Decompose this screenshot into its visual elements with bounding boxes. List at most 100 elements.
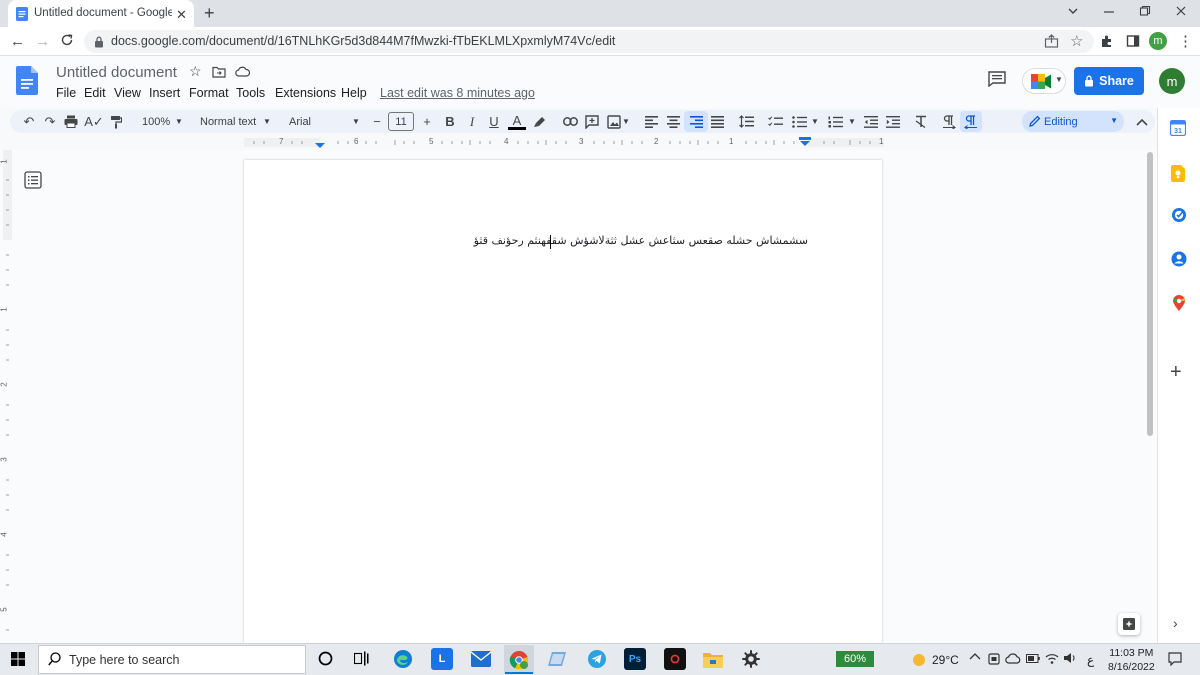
edge-app-icon[interactable]	[392, 648, 414, 670]
bookmark-star-icon[interactable]: ☆	[1070, 32, 1083, 50]
font-size-input[interactable]: 11	[388, 112, 414, 131]
highlight-color-icon[interactable]	[531, 113, 549, 130]
align-right-icon[interactable]	[684, 111, 708, 132]
mail-app-icon[interactable]	[470, 648, 492, 670]
menu-file[interactable]: File	[56, 86, 76, 100]
move-folder-icon[interactable]	[212, 66, 226, 78]
print-icon[interactable]	[62, 113, 80, 130]
battery-percentage[interactable]: 60%	[836, 651, 874, 667]
extensions-icon[interactable]	[1100, 34, 1114, 48]
explore-button[interactable]	[1118, 613, 1140, 635]
menu-tools[interactable]: Tools	[236, 86, 265, 100]
insert-link-icon[interactable]	[561, 113, 579, 130]
task-view-icon[interactable]	[354, 651, 371, 666]
ltr-text-icon[interactable]	[940, 113, 958, 130]
document-outline-icon[interactable]	[24, 171, 42, 189]
paint-format-icon[interactable]	[107, 113, 125, 130]
clear-formatting-icon[interactable]	[912, 113, 930, 130]
media-app-icon[interactable]	[664, 648, 686, 670]
volume-icon[interactable]	[1063, 652, 1077, 664]
document-page[interactable]	[244, 160, 882, 643]
bold-button[interactable]: B	[441, 113, 459, 130]
system-tray-app-icon[interactable]	[988, 652, 1000, 666]
weather-icon[interactable]	[910, 652, 928, 668]
lock-icon[interactable]	[94, 36, 104, 48]
contacts-icon[interactable]	[1171, 251, 1187, 267]
chrome-menu-icon[interactable]: ⋮	[1178, 32, 1193, 50]
menu-view[interactable]: View	[114, 86, 141, 100]
photos-app-icon[interactable]	[546, 648, 568, 670]
share-page-icon[interactable]	[1044, 34, 1059, 48]
settings-gear-icon[interactable]	[742, 650, 760, 668]
zoom-select[interactable]: 100%	[142, 116, 170, 128]
paragraph-style-select[interactable]: Normal text	[200, 116, 256, 128]
get-add-ons-icon[interactable]: +	[1170, 361, 1182, 384]
scrollbar-thumb[interactable]	[1147, 152, 1153, 436]
close-window-icon[interactable]	[1174, 4, 1194, 22]
menu-help[interactable]: Help	[341, 86, 367, 100]
input-language[interactable]: ع	[1087, 653, 1094, 667]
add-comment-icon[interactable]	[583, 113, 601, 130]
battery-icon[interactable]	[1026, 654, 1040, 663]
file-explorer-icon[interactable]	[702, 648, 724, 670]
document-text[interactable]: سشمشاش حشله صقعس سثاعش عشل ثثةلاشؤش شقفه…	[474, 234, 808, 247]
tasks-icon[interactable]	[1171, 207, 1187, 223]
windows-start-icon[interactable]	[11, 652, 25, 666]
editing-mode-select[interactable]: Editing ▼	[1022, 111, 1124, 132]
image-dropdown-icon[interactable]: ▼	[622, 117, 630, 126]
undo-icon[interactable]: ↶	[20, 113, 38, 130]
forward-icon[interactable]: →	[35, 33, 50, 50]
menu-insert[interactable]: Insert	[149, 86, 180, 100]
align-center-icon[interactable]	[664, 113, 682, 130]
font-select[interactable]: Arial	[289, 116, 311, 128]
cloud-status-icon[interactable]	[235, 66, 250, 77]
chrome-profile-avatar[interactable]: m	[1149, 32, 1167, 50]
show-side-panel-icon[interactable]: ›	[1173, 615, 1178, 631]
telegram-app-icon[interactable]	[586, 648, 608, 670]
menu-edit[interactable]: Edit	[84, 86, 106, 100]
increase-indent-icon[interactable]	[884, 113, 902, 130]
maps-icon[interactable]	[1173, 295, 1185, 311]
share-button[interactable]: Share	[1074, 67, 1144, 95]
decrease-font-size-icon[interactable]: −	[368, 113, 386, 130]
vertical-ruler[interactable]	[0, 150, 12, 643]
wifi-icon[interactable]	[1045, 652, 1059, 664]
side-panel-icon[interactable]	[1126, 34, 1140, 48]
numbered-list-icon[interactable]	[826, 113, 844, 130]
spellcheck-icon[interactable]: A✓	[84, 113, 104, 130]
redo-icon[interactable]: ↷	[41, 113, 59, 130]
last-edit-link[interactable]: Last edit was 8 minutes ago	[380, 86, 535, 100]
cortana-icon[interactable]	[318, 651, 333, 666]
align-left-icon[interactable]	[642, 113, 660, 130]
checklist-icon[interactable]	[766, 113, 784, 130]
minimize-icon[interactable]	[1102, 4, 1122, 22]
font-dropdown-icon[interactable]: ▼	[352, 117, 360, 126]
notifications-icon[interactable]	[1168, 652, 1182, 666]
new-tab-icon[interactable]: +	[204, 3, 215, 24]
menu-format[interactable]: Format	[189, 86, 229, 100]
bulleted-list-icon[interactable]	[790, 113, 808, 130]
menu-extensions[interactable]: Extensions	[275, 86, 336, 100]
document-title[interactable]: Untitled document	[56, 64, 177, 81]
horizontal-ruler[interactable]	[244, 136, 884, 149]
star-icon[interactable]: ☆	[189, 63, 202, 80]
docs-logo-icon[interactable]	[16, 66, 38, 95]
underline-button[interactable]: U	[485, 113, 503, 130]
comment-history-icon[interactable]	[988, 71, 1006, 87]
insert-image-icon[interactable]	[605, 113, 623, 130]
hide-menus-icon[interactable]	[1133, 113, 1151, 130]
rtl-text-icon[interactable]	[960, 111, 982, 132]
photoshop-app-icon[interactable]: Ps	[624, 648, 646, 670]
tab-close-icon[interactable]: ✕	[176, 7, 187, 23]
align-justify-icon[interactable]	[708, 113, 726, 130]
style-dropdown-icon[interactable]: ▼	[263, 117, 271, 126]
account-avatar[interactable]: m	[1159, 68, 1185, 94]
zoom-dropdown-icon[interactable]: ▼	[175, 117, 183, 126]
reload-icon[interactable]	[60, 33, 74, 47]
italic-button[interactable]: I	[463, 113, 481, 130]
back-icon[interactable]: ←	[10, 33, 25, 50]
numbered-dropdown-icon[interactable]: ▼	[848, 117, 856, 126]
show-hidden-icons[interactable]	[969, 652, 981, 660]
text-color-button[interactable]: A	[508, 113, 526, 130]
onedrive-icon[interactable]	[1005, 653, 1021, 664]
